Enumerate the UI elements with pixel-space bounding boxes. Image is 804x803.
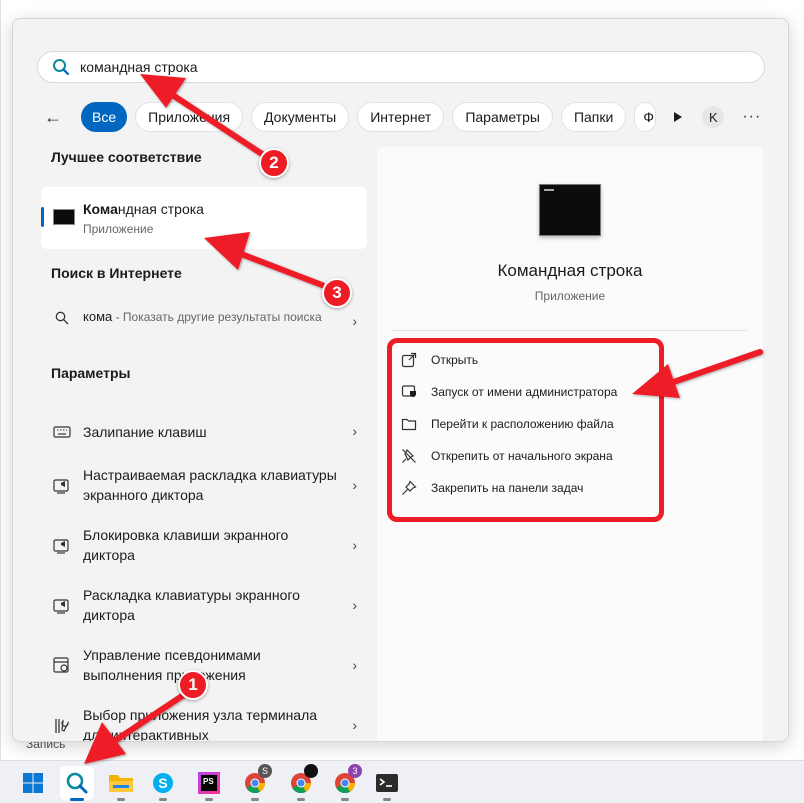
chrome-profile-dark-button[interactable]	[284, 764, 318, 801]
filter-settings[interactable]: Параметры	[452, 102, 553, 132]
selection-indicator	[41, 207, 44, 227]
best-match-heading: Лучшее соответствие	[51, 149, 202, 165]
settings-item[interactable]: Настраиваемая раскладка клавиатуры экран…	[41, 459, 367, 515]
taskbar-search-button[interactable]	[60, 766, 94, 801]
chevron-right-icon: ›	[352, 313, 357, 329]
arrow-left-icon: ←	[44, 106, 62, 127]
start-button[interactable]	[16, 766, 50, 800]
search-icon	[66, 772, 88, 794]
narrator-icon	[53, 599, 69, 614]
running-indicator	[383, 798, 391, 801]
annotation-badge-1: 1	[178, 670, 208, 700]
filter-more-cut[interactable]: Ф	[634, 102, 657, 132]
best-match-title: Командная строка	[83, 201, 204, 217]
taskbar: S PS S 3	[0, 760, 804, 803]
settings-item-label: Блокировка клавиши экранного диктора	[83, 527, 289, 563]
filter-all[interactable]: Все	[81, 102, 128, 132]
running-indicator	[251, 798, 259, 801]
detail-subtitle: Приложение	[534, 289, 606, 303]
search-input[interactable]: командная строка	[37, 51, 765, 83]
tools-icon	[55, 719, 69, 733]
keyboard-icon	[53, 426, 71, 438]
running-indicator	[297, 798, 305, 801]
svg-text:PS: PS	[203, 777, 214, 786]
search-icon	[53, 59, 70, 76]
chrome-profile-s-button[interactable]: S	[238, 764, 272, 801]
filter-bar: ← Все Приложения Документы Интернет Пара…	[39, 101, 761, 133]
folder-icon	[109, 775, 133, 792]
profile-badge	[304, 764, 318, 778]
web-search-item[interactable]: кома - Показать другие результаты поиска…	[41, 297, 367, 351]
search-query[interactable]: командная строка	[80, 59, 198, 75]
phpstorm-icon: PS	[198, 772, 220, 794]
skype-button[interactable]: S	[146, 766, 180, 801]
profile-badge: 3	[348, 764, 362, 778]
search-icon	[55, 311, 69, 325]
chevron-right-icon: ›	[352, 477, 357, 493]
results-list: Лучшее соответствие Командная строка При…	[41, 149, 367, 741]
settings-item[interactable]: Выбор приложения узла терминала для инте…	[41, 699, 367, 742]
annotation-badge-2: 2	[259, 148, 289, 178]
play-icon	[674, 112, 683, 122]
running-indicator	[117, 798, 125, 801]
settings-item-label: Настраиваемая раскладка клавиатуры экран…	[83, 467, 337, 503]
skype-icon: S	[153, 773, 173, 793]
profile-badge: S	[258, 764, 272, 778]
account-avatar[interactable]: K	[702, 106, 725, 128]
best-match-item[interactable]: Командная строка Приложение	[41, 187, 367, 249]
narrator-icon	[53, 539, 69, 554]
annotation-badge-3: 3	[322, 278, 352, 308]
web-search-text: кома - Показать другие результаты поиска	[83, 309, 322, 324]
windows-logo-icon	[23, 773, 43, 793]
settings-heading: Параметры	[51, 365, 131, 381]
svg-text:S: S	[158, 775, 167, 791]
scroll-filters-button[interactable]	[668, 103, 688, 131]
settings-item-label: Выбор приложения узла терминала для инте…	[83, 707, 318, 742]
more-options-button[interactable]: ···	[742, 108, 761, 126]
active-indicator	[70, 798, 84, 801]
chevron-right-icon: ›	[352, 537, 357, 553]
web-search-heading: Поиск в Интернете	[51, 265, 182, 281]
command-prompt-large-icon	[539, 184, 601, 236]
chevron-right-icon: ›	[352, 657, 357, 673]
narrator-icon	[53, 479, 69, 494]
chevron-right-icon: ›	[352, 597, 357, 613]
phpstorm-button[interactable]: PS	[192, 766, 226, 801]
filter-web[interactable]: Интернет	[357, 102, 445, 132]
terminal-icon	[376, 774, 398, 792]
settings-item-label: Раскладка клавиатуры экранного диктора	[83, 587, 300, 623]
running-indicator	[205, 798, 213, 801]
settings-item[interactable]: Раскладка клавиатуры экранного диктора ›	[41, 579, 367, 635]
command-prompt-icon	[53, 209, 75, 225]
settings-item-label: Управление псевдонимами выполнения прило…	[83, 647, 261, 683]
filter-documents[interactable]: Документы	[251, 102, 350, 132]
chevron-right-icon: ›	[352, 423, 357, 439]
chrome-profile-3-button[interactable]: 3	[328, 764, 362, 801]
file-explorer-button[interactable]	[104, 766, 138, 801]
detail-title: Командная строка	[497, 261, 643, 280]
back-button[interactable]: ←	[39, 103, 67, 131]
settings-item[interactable]: Залипание клавиш ›	[41, 405, 367, 461]
running-indicator	[341, 798, 349, 801]
terminal-button[interactable]	[370, 766, 404, 801]
best-match-subtitle: Приложение	[83, 222, 154, 236]
running-indicator	[159, 798, 167, 801]
app-settings-icon	[53, 657, 69, 673]
settings-item[interactable]: Блокировка клавиши экранного диктора ›	[41, 519, 367, 575]
filter-apps[interactable]: Приложения	[135, 102, 244, 132]
annotation-highlight-box	[387, 338, 664, 522]
divider	[391, 330, 747, 331]
chevron-right-icon: ›	[352, 717, 357, 733]
settings-item-label: Залипание клавиш	[83, 424, 207, 440]
filter-folders[interactable]: Папки	[560, 102, 627, 132]
